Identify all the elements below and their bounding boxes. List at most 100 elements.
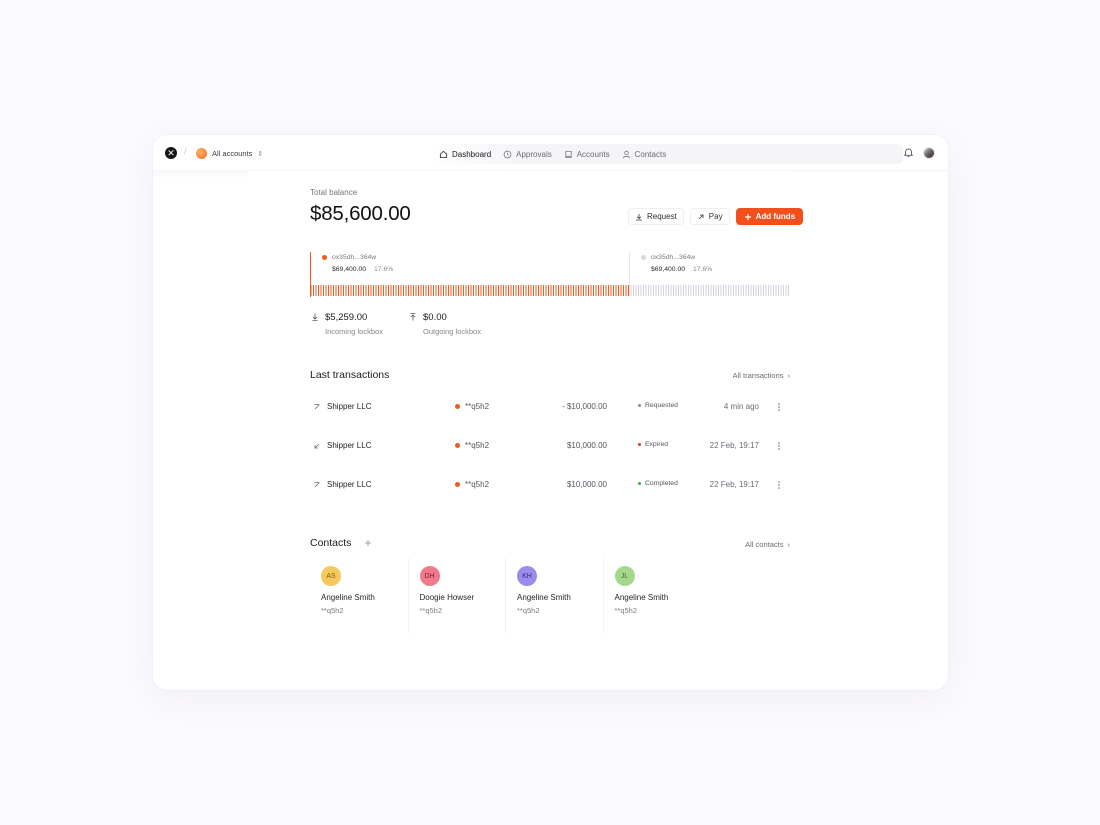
transaction-account-label: **q5h2 xyxy=(465,402,490,411)
transaction-amount: $10,000.00 xyxy=(566,441,607,450)
balance-tick xyxy=(603,285,604,296)
outgoing-lockbox-label: Outgoing lockbox xyxy=(423,327,481,336)
nav-item-label: Contacts xyxy=(634,149,667,159)
balance-tick xyxy=(640,285,642,296)
balance-tick xyxy=(520,285,522,296)
balance-tick xyxy=(340,285,342,296)
balance-tick xyxy=(598,285,599,296)
app-logo-icon[interactable]: ✕ xyxy=(165,147,177,159)
incoming-lockbox-value: $5,259.00 xyxy=(325,312,368,323)
incoming-lockbox[interactable]: $5,259.00 Incoming lockbox xyxy=(311,312,383,336)
nav-item-label: Accounts xyxy=(576,149,610,159)
nav-item-dashboard[interactable]: Dashboard xyxy=(433,144,497,164)
balance-tick xyxy=(708,285,709,296)
transaction-time: 4 min ago xyxy=(723,402,759,411)
add-funds-button[interactable]: Add funds xyxy=(735,208,804,225)
more-vertical-icon[interactable] xyxy=(776,479,782,491)
balance-tick xyxy=(468,285,469,296)
balance-tick xyxy=(395,285,397,296)
account-percent: 17.6% xyxy=(374,266,394,273)
more-vertical-icon[interactable] xyxy=(776,401,782,413)
balance-tick xyxy=(738,285,739,296)
add-funds-button-label: Add funds xyxy=(755,212,796,221)
balance-tick xyxy=(740,285,742,296)
balance-tick xyxy=(658,285,659,296)
contact-avatar: AS xyxy=(321,566,341,586)
balance-tick xyxy=(743,285,744,296)
balance-tick xyxy=(608,285,609,296)
all-contacts-link[interactable]: All contacts › xyxy=(745,540,790,549)
balance-tick xyxy=(460,285,462,296)
account-switcher[interactable]: All accounts ⇕ xyxy=(196,147,263,160)
pay-button[interactable]: Pay xyxy=(689,208,730,225)
balance-tick xyxy=(623,285,624,296)
request-button-label: Request xyxy=(647,212,677,221)
balance-tick xyxy=(780,285,782,296)
transaction-row[interactable]: Shipper LLC **q5h2 $10,000.00 Expired 22… xyxy=(310,437,790,457)
balance-tick xyxy=(553,285,554,296)
nav-item-contacts[interactable]: Contacts xyxy=(616,144,673,164)
transaction-row[interactable]: Shipper LLC **q5h2 - $10,000.00 Requeste… xyxy=(310,398,790,418)
plus-icon xyxy=(744,213,751,220)
nav-item-label: Approvals xyxy=(516,149,552,159)
account-amount: $69,400.00 xyxy=(651,266,686,273)
outgoing-lockbox[interactable]: $0.00 Outgoing lockbox xyxy=(409,312,481,336)
balance-tick xyxy=(545,285,547,296)
balance-tick xyxy=(705,285,707,296)
balance-tick xyxy=(370,285,372,296)
nav-item-approvals[interactable]: Approvals xyxy=(497,144,558,164)
balance-tick xyxy=(710,285,712,296)
account-amount-row: $69,400.00 17.6% xyxy=(651,266,712,273)
balance-tick xyxy=(765,285,767,296)
contact-avatar: DH xyxy=(419,566,440,586)
balance-tick xyxy=(628,285,629,296)
balance-tick xyxy=(375,285,377,296)
account-switcher-label: All accounts xyxy=(212,149,253,158)
contact-card[interactable]: JL Angeline Smith **q5h2 xyxy=(602,558,701,633)
all-transactions-link[interactable]: All transactions › xyxy=(733,371,790,380)
balance-tick xyxy=(473,285,474,296)
balance-tick xyxy=(650,285,652,296)
incoming-lockbox-label: Incoming lockbox xyxy=(325,327,383,336)
balance-tick xyxy=(315,285,317,296)
breadcrumb-separator: / xyxy=(184,146,187,156)
contact-card[interactable]: KH Angeline Smith **q5h2 xyxy=(505,558,603,633)
contact-avatar: JL xyxy=(614,566,635,586)
balance-tick xyxy=(558,285,559,296)
balance-tick xyxy=(323,285,324,296)
transaction-time: 22 Feb, 19:17 xyxy=(709,441,759,450)
account-address-row: ox35dh...364w xyxy=(322,254,376,261)
balance-tick xyxy=(475,285,477,296)
plus-icon xyxy=(365,540,371,546)
contact-account: **q5h2 xyxy=(321,606,344,615)
request-button[interactable]: Request xyxy=(628,208,684,225)
balance-tick xyxy=(388,285,389,296)
balance-tick xyxy=(378,285,379,296)
balance-tick xyxy=(760,285,762,296)
balance-tick xyxy=(405,285,407,296)
transaction-counterparty: Shipper LLC xyxy=(327,402,372,411)
account-percent: 17.6% xyxy=(693,266,713,273)
more-vertical-icon[interactable] xyxy=(776,440,782,452)
balance-tick xyxy=(523,285,524,296)
bell-icon[interactable] xyxy=(903,147,914,158)
user-avatar[interactable] xyxy=(923,147,935,159)
balance-tick xyxy=(438,285,439,296)
contact-name: Angeline Smith xyxy=(321,593,375,602)
account-color-dot xyxy=(322,255,327,260)
balance-tick xyxy=(773,285,774,296)
balance-tick xyxy=(350,285,352,296)
balance-tick xyxy=(400,285,402,296)
transaction-account-label: **q5h2 xyxy=(465,441,490,450)
total-balance-label: Total balance xyxy=(310,188,358,197)
balance-tick xyxy=(433,285,434,296)
transaction-row[interactable]: Shipper LLC **q5h2 $10,000.00 Completed … xyxy=(310,476,790,496)
account-address: ox35dh...364w xyxy=(332,254,377,261)
contact-card[interactable]: DH Doogie Howser **q5h2 xyxy=(407,558,506,633)
balance-tick xyxy=(575,285,577,296)
balance-tick xyxy=(448,285,449,296)
contact-card[interactable]: AS Angeline Smith **q5h2 xyxy=(310,558,408,633)
add-contact-button[interactable] xyxy=(362,537,374,549)
chevron-up-down-icon: ⇕ xyxy=(257,150,264,158)
nav-item-accounts[interactable]: Accounts xyxy=(558,144,616,164)
